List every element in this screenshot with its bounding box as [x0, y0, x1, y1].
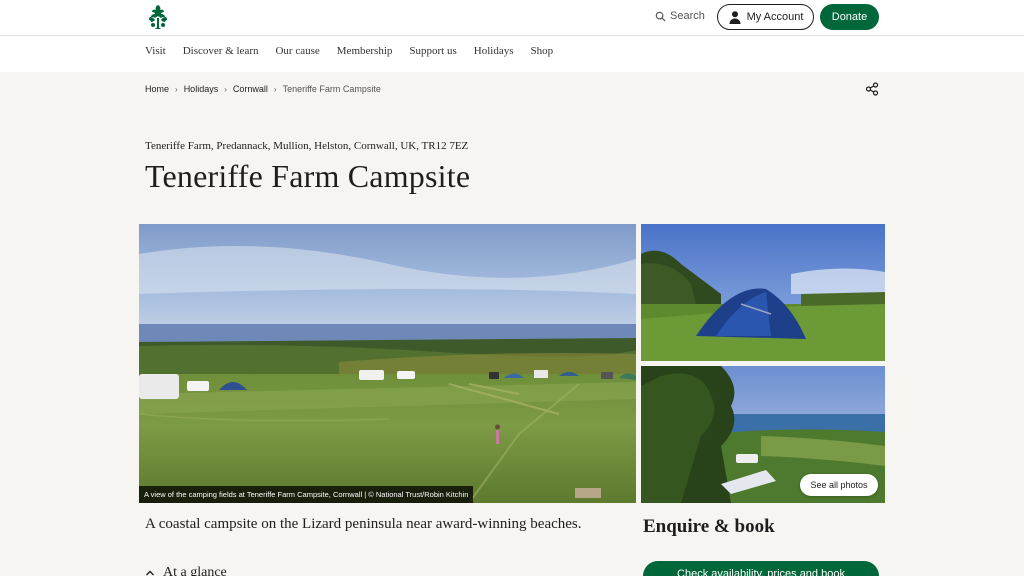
breadcrumb-separator: › [175, 84, 178, 94]
breadcrumb-home[interactable]: Home [145, 84, 169, 94]
search-icon [655, 11, 666, 22]
enquire-book-heading: Enquire & book [643, 516, 775, 537]
page-title: Teneriffe Farm Campsite [145, 158, 471, 194]
chevron-up-icon [146, 570, 154, 576]
breadcrumb-cornwall[interactable]: Cornwall [233, 84, 268, 94]
at-a-glance-toggle[interactable]: At a glance [145, 565, 227, 576]
nav-item-holidays[interactable]: Holidays [474, 45, 514, 57]
oak-leaf-logo-icon[interactable] [144, 3, 172, 31]
nav-item-shop[interactable]: Shop [531, 45, 554, 57]
my-account-label: My Account [746, 11, 804, 23]
at-a-glance-label: At a glance [163, 565, 227, 576]
main-photo[interactable]: A view of the camping fields at Teneriff… [139, 224, 636, 503]
breadcrumb-separator: › [224, 84, 227, 94]
campsite-fields-image [139, 224, 636, 503]
search-button[interactable]: Search [655, 10, 705, 22]
nav-item-membership[interactable]: Membership [337, 45, 393, 57]
nav-item-visit[interactable]: Visit [145, 45, 166, 57]
breadcrumb-separator: › [273, 84, 277, 94]
share-icon[interactable] [865, 82, 879, 96]
campsite-summary: A coastal campsite on the Lizard peninsu… [145, 516, 582, 532]
see-all-photos-button[interactable]: See all photos [800, 474, 878, 496]
breadcrumb-current: Teneriffe Farm Campsite [282, 84, 381, 94]
main-navigation: Visit Discover & learn Our cause Members… [0, 36, 1024, 72]
my-account-button[interactable]: My Account [717, 4, 814, 30]
user-icon [729, 11, 741, 24]
search-label: Search [670, 10, 705, 22]
photo-caption: A view of the camping fields at Teneriff… [139, 486, 474, 503]
coast-view-photo[interactable]: See all photos [641, 366, 885, 503]
tent-image [641, 224, 885, 361]
nav-item-our-cause[interactable]: Our cause [275, 45, 319, 57]
donate-button[interactable]: Donate [820, 4, 879, 30]
check-availability-button[interactable]: Check availability, prices and book [643, 561, 879, 576]
breadcrumb-holidays[interactable]: Holidays [184, 84, 219, 94]
property-address: Teneriffe Farm, Predannack, Mullion, Hel… [145, 140, 469, 152]
nav-item-support-us[interactable]: Support us [409, 45, 456, 57]
breadcrumb: Home › Holidays › Cornwall › Teneriffe F… [145, 84, 381, 94]
nav-item-discover-learn[interactable]: Discover & learn [183, 45, 259, 57]
tent-photo[interactable] [641, 224, 885, 361]
top-bar: Search My Account Donate [0, 0, 1024, 36]
